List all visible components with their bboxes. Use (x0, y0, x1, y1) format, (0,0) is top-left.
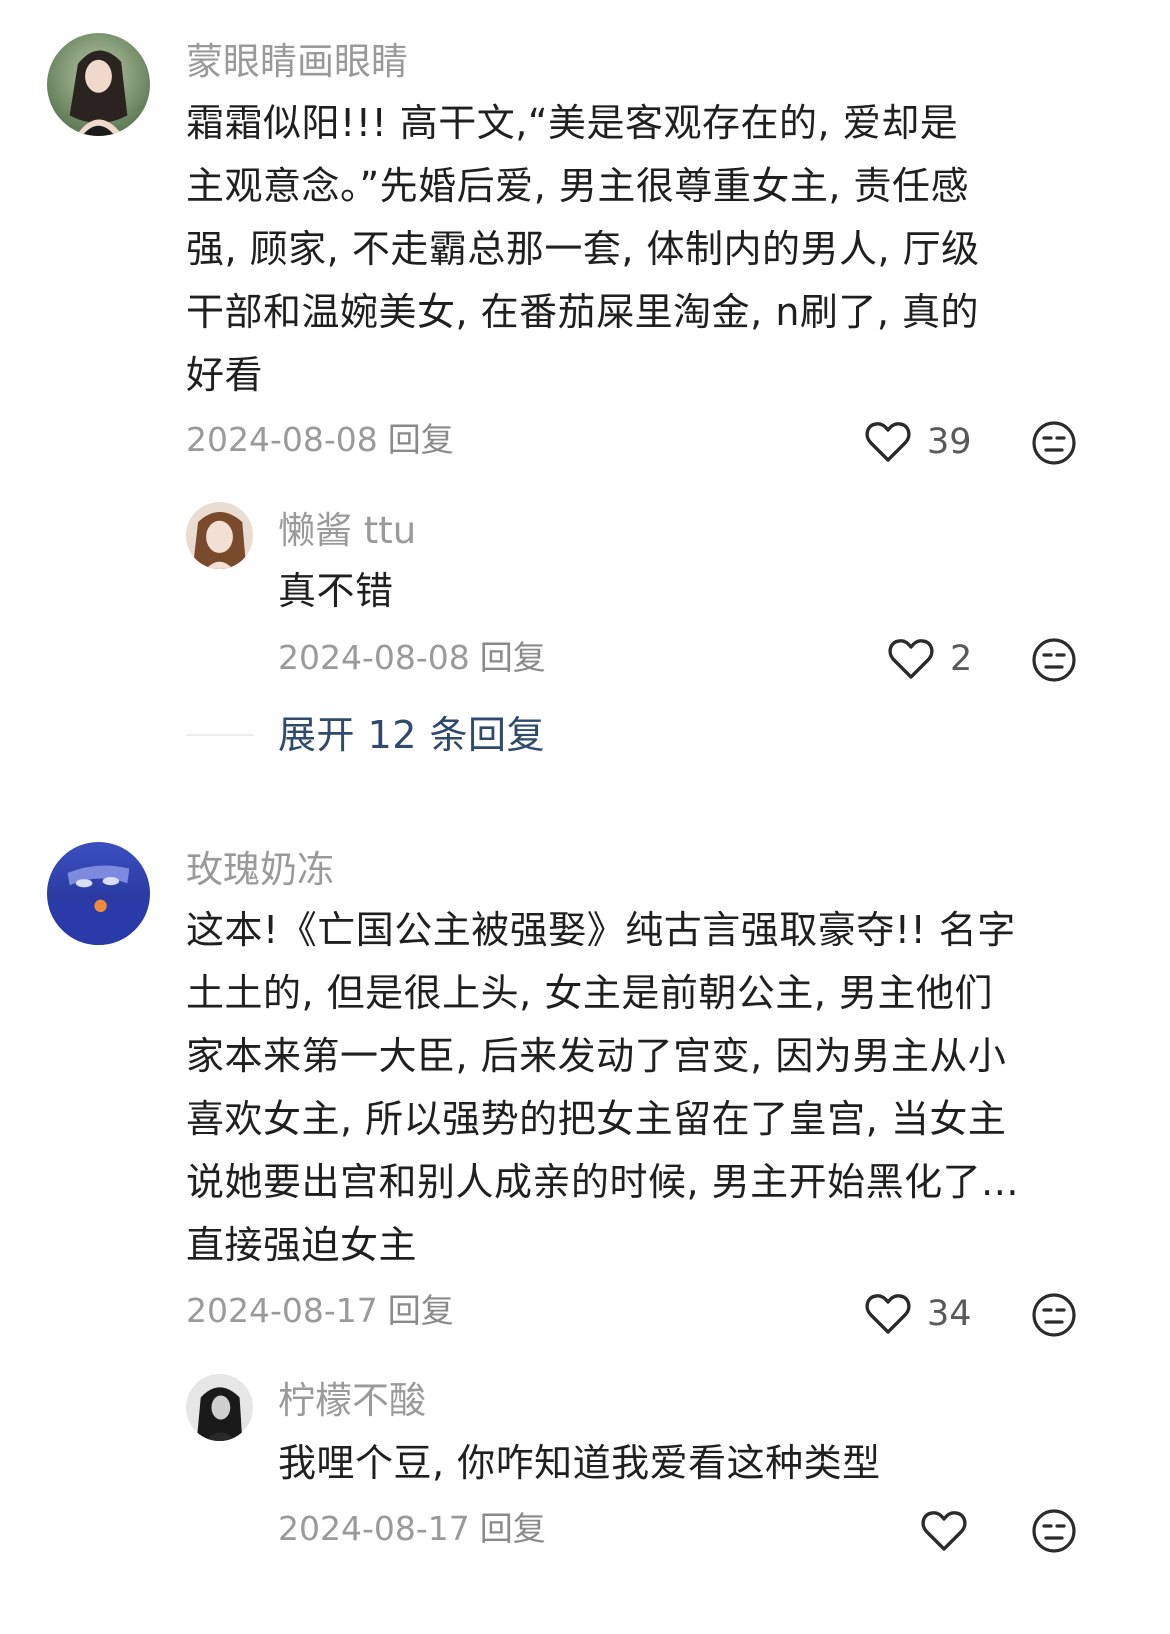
comment-text-line: 直接强迫女主 (186, 1223, 418, 1267)
reply-username[interactable]: 柠檬不酸 (278, 1382, 426, 1419)
comment-username[interactable]: 玫瑰奶冻 (186, 851, 334, 888)
like-button[interactable]: 34 (865, 1289, 972, 1339)
comment-date: 2024-08-08 (186, 420, 378, 459)
unamused-face-icon[interactable] (1031, 1292, 1077, 1338)
reply-text: 我哩个豆, 你咋知道我爱看这种类型 (278, 1441, 881, 1485)
comment-username[interactable]: 蒙眼睛画眼睛 (186, 43, 408, 80)
unamused-face-icon[interactable] (1031, 1508, 1077, 1554)
reply-avatar[interactable] (186, 1374, 253, 1441)
heart-outline-icon[interactable] (865, 421, 911, 463)
comment-text-line: 说她要出宫和别人成亲的时候, 男主开始黑化了... (186, 1160, 1019, 1204)
comment-text-line: 霜霜似阳!!! 高干文,“美是客观存在的, 爱却是 (186, 101, 959, 145)
like-count: 39 (927, 421, 972, 462)
reply-avatar[interactable] (186, 502, 253, 569)
heart-outline-icon[interactable] (921, 1510, 967, 1552)
expand-divider (186, 734, 254, 736)
comment-text: 这本!《亡国公主被强娶》纯古言强取豪夺!! 名字 土土的, 但是很上头, 女主是… (186, 899, 1019, 1277)
like-count: 34 (927, 1293, 972, 1334)
reply-button[interactable]: 回复 (480, 1509, 546, 1548)
comment-text-line: 家本来第一大臣, 后来发动了宫变, 因为男主从小 (186, 1034, 1007, 1078)
comment-text-line: 土土的, 但是很上头, 女主是前朝公主, 男主他们 (186, 971, 993, 1015)
comment-meta: 2024-08-17 回复 (186, 1294, 454, 1327)
reply-button[interactable]: 回复 (388, 420, 454, 459)
comment-text: 霜霜似阳!!! 高干文,“美是客观存在的, 爱却是 主观意念。”先婚后爱, 男主… (186, 92, 980, 407)
comment-text-line: 干部和温婉美女, 在番茄屎里淘金, n刷了, 真的 (186, 290, 980, 334)
like-button[interactable]: 39 (865, 417, 972, 467)
comment-meta: 2024-08-08 回复 (186, 423, 454, 456)
reply-meta: 2024-08-08 回复 (278, 641, 546, 674)
reply-button[interactable]: 回复 (388, 1291, 454, 1330)
reply-username[interactable]: 懒酱 ttu (278, 512, 416, 549)
reply-button[interactable]: 回复 (480, 638, 546, 677)
unamused-face-icon[interactable] (1031, 637, 1077, 683)
heart-outline-icon[interactable] (865, 1293, 911, 1335)
expand-replies-button[interactable]: 展开 12 条回复 (278, 716, 545, 754)
unamused-face-icon[interactable] (1031, 420, 1077, 466)
reply-meta: 2024-08-17 回复 (278, 1512, 546, 1545)
comment-date: 2024-08-17 (186, 1291, 378, 1330)
like-button[interactable]: 2 (888, 634, 972, 684)
comment-text-line: 这本!《亡国公主被强娶》纯古言强取豪夺!! 名字 (186, 908, 1016, 952)
heart-outline-icon[interactable] (888, 638, 934, 680)
like-count: 2 (950, 638, 973, 679)
like-button[interactable] (921, 1506, 983, 1556)
comment-text-line: 喜欢女主, 所以强势的把女主留在了皇宫, 当女主 (186, 1097, 1007, 1141)
avatar[interactable] (47, 842, 150, 945)
avatar[interactable] (47, 33, 150, 136)
comment-text-line: 强, 顾家, 不走霸总那一套, 体制内的男人, 厅级 (186, 227, 980, 271)
comment-text-line: 好看 (186, 353, 264, 397)
reply-date: 2024-08-08 (278, 638, 470, 677)
comment-text-line: 主观意念。”先婚后爱, 男主很尊重女主, 责任感 (186, 164, 970, 208)
reply-text: 真不错 (278, 569, 394, 613)
reply-date: 2024-08-17 (278, 1509, 470, 1548)
